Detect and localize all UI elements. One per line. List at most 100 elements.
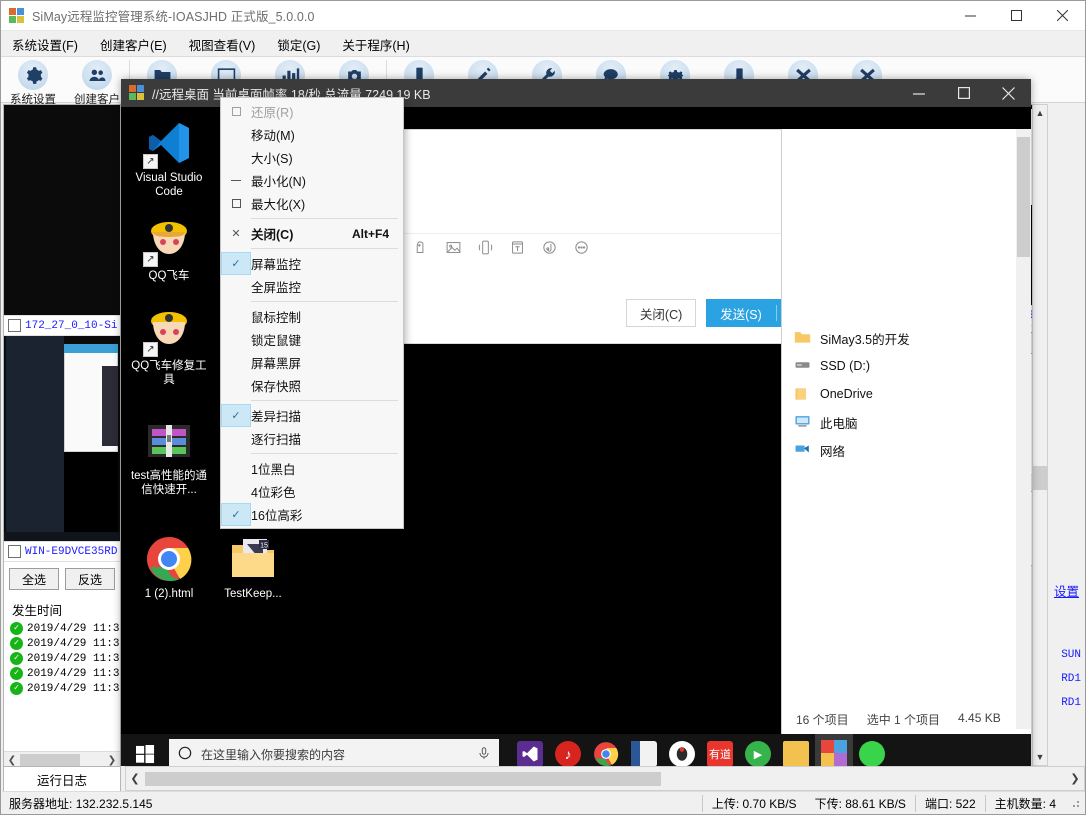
- context-menu-item-16bit-highcolor[interactable]: ✓ 16位高彩: [221, 503, 403, 526]
- context-menu-item-move[interactable]: 移动(M): [221, 123, 403, 146]
- menu-system-settings[interactable]: 系统设置(F): [1, 32, 89, 57]
- maximize-icon: [221, 192, 251, 215]
- desktop-icon-qq-speed-repair[interactable]: ↗ QQ飞车修复工具: [127, 307, 211, 387]
- context-menu-item-4bit-color[interactable]: 4位彩色: [221, 480, 403, 503]
- client-thumbnail[interactable]: [4, 336, 120, 541]
- icon-label: test高性能的通信快速开...: [127, 469, 211, 497]
- tree-item-onedrive[interactable]: OneDrive: [794, 380, 1024, 408]
- checkbox-icon[interactable]: [8, 319, 21, 332]
- status-upload: 上传: 0.70 KB/S: [702, 795, 806, 812]
- context-menu-item-save-snapshot[interactable]: 保存快照: [221, 374, 403, 397]
- menu-create-client[interactable]: 创建客户(E): [89, 32, 178, 57]
- scroll-right-icon[interactable]: ❯: [1066, 772, 1084, 785]
- context-menu-item-maximize[interactable]: 最大化(X): [221, 192, 403, 215]
- context-menu-label: 锁定鼠键: [251, 330, 403, 349]
- scroll-right-icon[interactable]: ❯: [104, 755, 120, 766]
- chat-close-button[interactable]: 关闭(C): [626, 299, 696, 327]
- window-system-context-menu[interactable]: 还原(R) 移动(M) 大小(S) 最小化(N) 最大化(X) ✕ 关闭(C) …: [220, 97, 404, 529]
- context-menu-item-close[interactable]: ✕ 关闭(C) Alt+F4: [221, 222, 403, 245]
- status-host-count: 主机数量: 4: [985, 795, 1065, 812]
- file-explorer-window[interactable]: SiMay3.5的开发 SSD (D:) OneDrive: [781, 129, 1031, 774]
- desktop-icon-testkeep[interactable]: 15 TestKeep...: [211, 535, 295, 601]
- scroll-left-icon[interactable]: ❮: [126, 772, 144, 785]
- windows-start-icon[interactable]: [121, 745, 169, 764]
- item-count: 16 个项目: [796, 711, 849, 728]
- redpacket-icon[interactable]: [509, 239, 526, 259]
- context-menu-item-diff-scan[interactable]: ✓ 差异扫描: [221, 404, 403, 427]
- list-item[interactable]: ✓2019/4/29 11:35: [4, 636, 120, 651]
- status-ok-icon: ✓: [10, 652, 23, 665]
- menu-view[interactable]: 视图查看(V): [178, 32, 267, 57]
- tab-run-log[interactable]: 运行日志: [3, 766, 121, 791]
- maximize-icon[interactable]: [941, 79, 986, 107]
- desktop-icon-qq-speed[interactable]: ↗ QQ飞车: [127, 217, 211, 283]
- context-menu-label: 逐行扫描: [251, 429, 403, 448]
- tree-item-simay[interactable]: SiMay3.5的开发: [794, 324, 1024, 352]
- maximize-icon[interactable]: [993, 1, 1039, 31]
- close-icon[interactable]: [1039, 1, 1085, 31]
- context-menu-item-mouse-control[interactable]: 鼠标控制: [221, 305, 403, 328]
- chat-window[interactable]: 关闭(C) 发送(S) ⌄: [402, 129, 815, 344]
- status-download: 下传: 88.61 KB/S: [806, 795, 915, 812]
- menu-about[interactable]: 关于程序(H): [331, 32, 420, 57]
- list-item[interactable]: 172_27_0_10-SiMa: [4, 315, 120, 336]
- resize-grip-icon[interactable]: [1068, 796, 1082, 810]
- scroll-down-icon[interactable]: ▼: [1036, 749, 1045, 765]
- qq-speed-icon: ↗: [145, 217, 193, 265]
- settings-link[interactable]: 设置: [1054, 581, 1079, 600]
- shake-icon[interactable]: [477, 239, 494, 259]
- status-ok-icon: ✓: [10, 667, 23, 680]
- context-menu-separator: [251, 400, 398, 401]
- invert-selection-button[interactable]: 反选: [65, 568, 115, 590]
- scroll-track[interactable]: [1033, 121, 1047, 749]
- app-tiles-icon: [9, 8, 25, 24]
- context-menu-item-size[interactable]: 大小(S): [221, 146, 403, 169]
- context-menu-item-black-screen[interactable]: 屏幕黑屏: [221, 351, 403, 374]
- context-menu-label: 大小(S): [251, 148, 403, 167]
- menu-lock[interactable]: 锁定(G): [266, 32, 331, 57]
- context-menu-accelerator: Alt+F4: [352, 227, 403, 241]
- context-menu-item-minimize[interactable]: 最小化(N): [221, 169, 403, 192]
- list-item[interactable]: ✓2019/4/29 11:35: [4, 681, 120, 696]
- desktop-icon-chrome-html[interactable]: 1 (2).html: [127, 535, 211, 601]
- list-item[interactable]: ✓2019/4/29 11:35: [4, 651, 120, 666]
- scroll-track[interactable]: [20, 754, 104, 767]
- gift-icon[interactable]: [541, 239, 558, 259]
- more-icon[interactable]: [573, 239, 590, 259]
- image-icon[interactable]: [445, 239, 462, 259]
- scroll-track[interactable]: [144, 771, 1066, 786]
- checkbox-icon[interactable]: [8, 545, 21, 558]
- right-panel-vertical-scrollbar[interactable]: ▲ ▼: [1032, 104, 1048, 766]
- folder-vs-icon: 15: [229, 535, 277, 583]
- context-menu-item-fullscreen-monitor[interactable]: 全屏监控: [221, 275, 403, 298]
- shortcut-overlay-icon: ↗: [143, 342, 158, 357]
- explorer-vertical-scrollbar[interactable]: [1016, 129, 1031, 729]
- desktop-icon-winrar[interactable]: test高性能的通信快速开...: [127, 417, 211, 497]
- context-menu-item-restore[interactable]: 还原(R): [221, 100, 403, 123]
- context-menu-item-1bit-mono[interactable]: 1位黑白: [221, 457, 403, 480]
- search-input[interactable]: 在这里输入你要搜索的内容: [169, 739, 499, 769]
- close-icon[interactable]: [986, 79, 1031, 107]
- toolbar-system-settings[interactable]: 系统设置: [1, 57, 65, 107]
- explorer-status-bar: 16 个项目 选中 1 个项目 4.45 KB: [796, 711, 1001, 728]
- toolbar-create-client[interactable]: 创建客户: [65, 57, 129, 107]
- desktop-icon-vscode[interactable]: ↗ Visual Studio Code: [127, 119, 211, 199]
- tree-item-network[interactable]: 网络: [794, 436, 1024, 464]
- log-list[interactable]: ✓2019/4/29 11:35 ✓2019/4/29 11:35 ✓2019/…: [4, 621, 120, 696]
- tree-item-this-pc[interactable]: 此电脑: [794, 408, 1024, 436]
- microphone-icon[interactable]: [477, 746, 491, 763]
- list-item[interactable]: ✓2019/4/29 11:35: [4, 666, 120, 681]
- list-item[interactable]: WIN-E9DVCE35RD1-: [4, 541, 120, 562]
- list-item[interactable]: ✓2019/4/29 11:35: [4, 621, 120, 636]
- minimize-icon[interactable]: [896, 79, 941, 107]
- context-menu-item-lock-mouse-keyboard[interactable]: 锁定鼠键: [221, 328, 403, 351]
- context-menu-item-progressive-scan[interactable]: 逐行扫描: [221, 427, 403, 450]
- minimize-icon[interactable]: [947, 1, 993, 31]
- select-all-button[interactable]: 全选: [9, 568, 59, 590]
- emoji-icon[interactable]: [413, 239, 430, 259]
- scroll-up-icon[interactable]: ▲: [1036, 105, 1045, 121]
- tree-item-ssd-d[interactable]: SSD (D:): [794, 352, 1024, 380]
- context-menu-item-screen-monitor[interactable]: ✓ 屏幕监控: [221, 252, 403, 275]
- main-horizontal-scrollbar[interactable]: ❮ ❯: [125, 766, 1085, 791]
- scroll-left-icon[interactable]: ❮: [4, 755, 20, 766]
